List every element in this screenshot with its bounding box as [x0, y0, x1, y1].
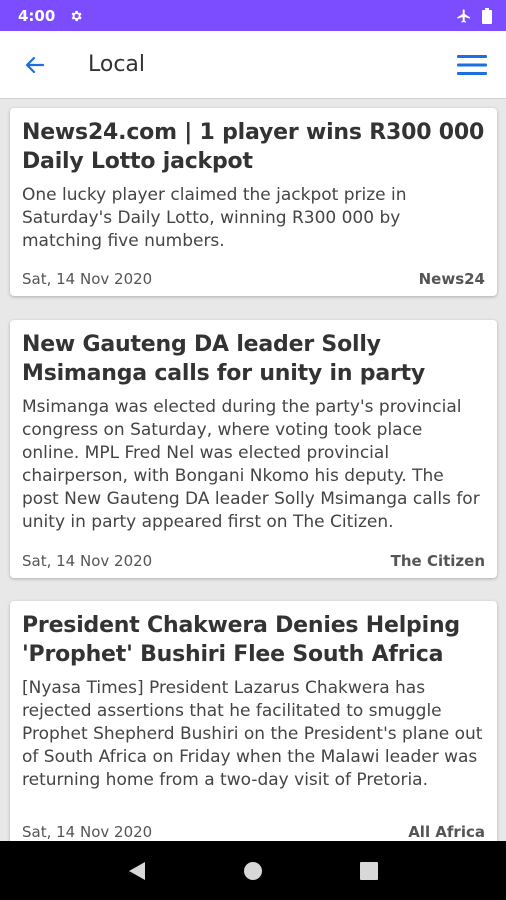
article-title: News24.com | 1 player wins R300 000 Dail…	[22, 120, 485, 174]
recents-square-icon[interactable]	[359, 861, 378, 880]
status-bar: 4:00	[0, 0, 506, 31]
back-button[interactable]	[0, 31, 70, 99]
system-nav-bar	[0, 841, 506, 900]
article-card[interactable]: President Chakwera Denies Helping 'Proph…	[10, 601, 497, 841]
article-date: Sat, 14 Nov 2020	[22, 270, 153, 288]
back-triangle-icon[interactable]	[128, 861, 146, 881]
article-date: Sat, 14 Nov 2020	[22, 552, 153, 570]
article-summary: One lucky player claimed the jackpot pri…	[22, 185, 407, 251]
gear-icon	[71, 10, 82, 21]
article-card[interactable]: New Gauteng DA leader Solly Msimanga cal…	[10, 320, 497, 578]
status-time: 4:00	[18, 6, 56, 25]
article-footer: Sat, 14 Nov 2020 News24	[22, 270, 485, 288]
article-card[interactable]: News24.com | 1 player wins R300 000 Dail…	[10, 108, 497, 296]
app-bar: Local	[0, 31, 506, 99]
article-summary: Msimanga was elected during the party's …	[22, 397, 480, 532]
article-title: New Gauteng DA leader Solly Msimanga cal…	[22, 332, 426, 386]
article-footer: Sat, 14 Nov 2020 The Citizen	[22, 552, 485, 570]
hamburger-menu-icon	[457, 54, 487, 75]
page-title: Local	[88, 52, 146, 77]
article-source: All Africa	[408, 823, 485, 841]
article-date: Sat, 14 Nov 2020	[22, 823, 153, 841]
battery-icon	[482, 7, 492, 24]
airplane-icon	[457, 8, 470, 23]
article-source: News24	[418, 270, 485, 288]
home-circle-icon[interactable]	[243, 861, 263, 881]
menu-button[interactable]	[442, 31, 502, 99]
article-footer: Sat, 14 Nov 2020 All Africa	[22, 823, 485, 841]
arrow-left-icon	[25, 56, 45, 73]
news-feed[interactable]: News24.com | 1 player wins R300 000 Dail…	[0, 100, 506, 841]
article-title: President Chakwera Denies Helping 'Proph…	[22, 613, 460, 667]
article-source: The Citizen	[390, 552, 485, 570]
article-summary: [Nyasa Times] President Lazarus Chakwera…	[22, 678, 483, 790]
